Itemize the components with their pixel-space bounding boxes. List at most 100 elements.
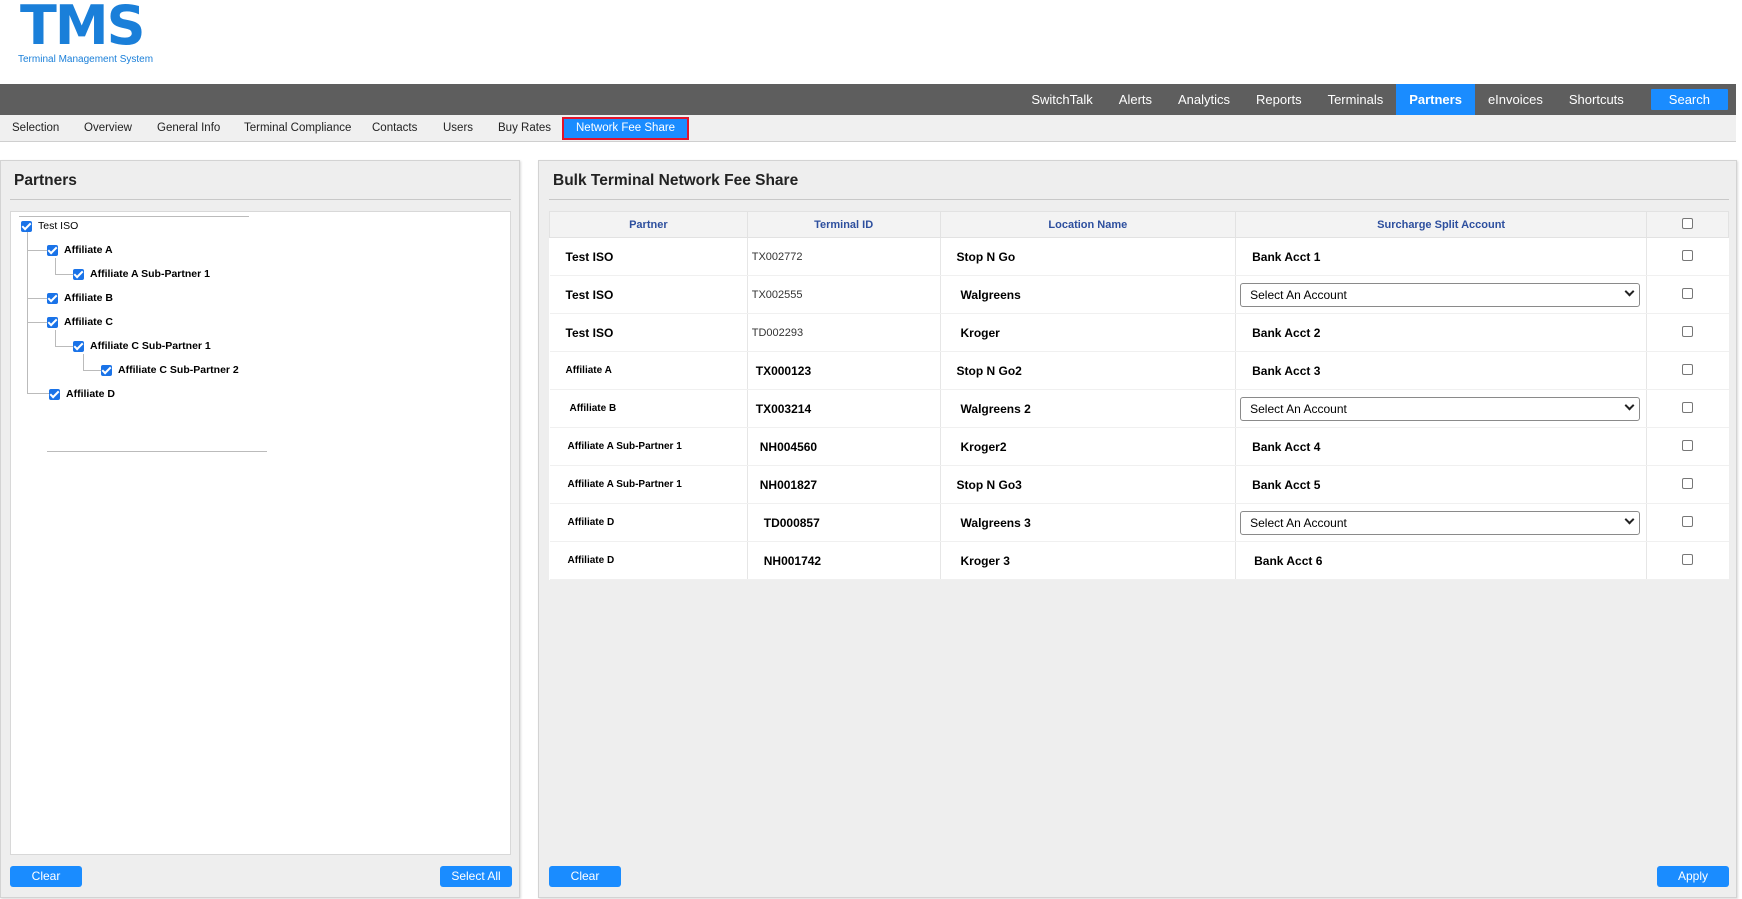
- column-header-surcharge-split-account[interactable]: Surcharge Split Account: [1235, 211, 1648, 238]
- nav-switchtalk[interactable]: SwitchTalk: [1018, 84, 1105, 115]
- logo-subtitle: Terminal Management System: [18, 54, 154, 65]
- account-select[interactable]: Select An Account: [1240, 396, 1641, 421]
- apply-button[interactable]: Apply: [1657, 866, 1729, 887]
- tree-node-affiliate-c-sub-1[interactable]: Affiliate C Sub-Partner 1: [73, 340, 211, 352]
- tree-node-label: Affiliate D: [66, 388, 116, 400]
- checkbox-checked-icon[interactable]: [49, 388, 60, 400]
- account-select[interactable]: Select An Account: [1240, 282, 1641, 307]
- account-select[interactable]: Select An Account: [1240, 510, 1641, 535]
- tree-node-affiliate-c-sub-2[interactable]: Affiliate C Sub-Partner 2: [101, 364, 239, 376]
- column-header-partner[interactable]: Partner: [549, 211, 748, 238]
- table-row: Test ISO TD002293 Kroger Bank Acct 2: [549, 313, 1729, 352]
- tab-contacts[interactable]: Contacts: [372, 115, 417, 142]
- tree-node-test-iso[interactable]: Test ISO: [21, 220, 78, 232]
- search-button[interactable]: Search: [1650, 89, 1728, 110]
- nav-analytics[interactable]: Analytics: [1165, 84, 1243, 115]
- checkbox-checked-icon[interactable]: [73, 340, 84, 352]
- nav-reports[interactable]: Reports: [1243, 84, 1315, 115]
- tree-node-affiliate-a[interactable]: Affiliate A: [47, 244, 113, 256]
- tree-connector: [83, 370, 101, 371]
- tree-node-label: Affiliate B: [64, 292, 114, 304]
- cell-row-select[interactable]: [1646, 313, 1729, 352]
- checkbox-checked-icon[interactable]: [47, 292, 58, 304]
- row-checkbox-icon[interactable]: [1682, 401, 1694, 413]
- column-header-select-all[interactable]: [1646, 211, 1729, 238]
- checkbox-checked-icon[interactable]: [47, 316, 58, 328]
- nav-alerts[interactable]: Alerts: [1106, 84, 1165, 115]
- cell-partner: Test ISO: [549, 237, 748, 276]
- cell-row-select[interactable]: [1646, 351, 1729, 390]
- tree-node-label: Affiliate A: [64, 244, 113, 256]
- checkbox-checked-icon[interactable]: [101, 364, 112, 376]
- checkbox-checked-icon[interactable]: [47, 244, 58, 256]
- tab-selection[interactable]: Selection: [12, 115, 59, 142]
- column-header-terminal-id[interactable]: Terminal ID: [746, 211, 941, 238]
- table-row: Affiliate A Sub-Partner 1 NH001827 Stop …: [549, 465, 1729, 504]
- chevron-down-icon: [1624, 286, 1635, 296]
- row-checkbox-icon[interactable]: [1682, 477, 1694, 489]
- account-select-value: Select An Account: [1250, 515, 1347, 530]
- cell-location: Stop N Go: [940, 237, 1237, 276]
- fee-share-table: Partner Terminal ID Location Name Surcha…: [549, 211, 1729, 580]
- tab-network-fee-share[interactable]: Network Fee Share: [562, 117, 690, 140]
- tab-buy-rates[interactable]: Buy Rates: [498, 115, 551, 142]
- row-checkbox-icon[interactable]: [1682, 325, 1694, 337]
- table-row: Affiliate A Sub-Partner 1 NH004560 Kroge…: [549, 427, 1729, 466]
- checkbox-checked-icon[interactable]: [21, 220, 32, 232]
- checkbox-checked-icon[interactable]: [73, 268, 84, 280]
- cell-row-select[interactable]: [1646, 503, 1729, 542]
- row-checkbox-icon[interactable]: [1682, 287, 1694, 299]
- cell-account: Bank Acct 6: [1235, 541, 1648, 580]
- tab-users[interactable]: Users: [443, 115, 473, 142]
- fee-share-clear-button[interactable]: Clear: [549, 866, 621, 887]
- nav-shortcuts[interactable]: Shortcuts: [1556, 84, 1637, 115]
- table-row: Affiliate A TX000123 Stop N Go2 Bank Acc…: [549, 351, 1729, 390]
- tree-node-affiliate-a-sub-1[interactable]: Affiliate A Sub-Partner 1: [73, 268, 210, 280]
- tree-node-affiliate-b[interactable]: Affiliate B: [47, 292, 113, 304]
- cell-partner: Affiliate D: [549, 503, 748, 542]
- cell-row-select[interactable]: [1646, 237, 1729, 276]
- tms-logo[interactable]: TMS: [20, 0, 145, 57]
- select-all-checkbox-icon[interactable]: [1682, 217, 1694, 229]
- partners-clear-button[interactable]: Clear: [10, 866, 82, 887]
- fee-share-panel-title: Bulk Terminal Network Fee Share: [553, 172, 799, 189]
- select-all-button[interactable]: Select All: [440, 866, 512, 887]
- cell-terminal-id: TX003214: [747, 389, 941, 428]
- cell-row-select[interactable]: [1646, 427, 1729, 466]
- nav-partners[interactable]: Partners: [1396, 84, 1475, 115]
- tree-connector: [55, 258, 56, 274]
- tab-terminal-compliance[interactable]: Terminal Compliance: [244, 115, 351, 142]
- row-checkbox-icon[interactable]: [1682, 363, 1694, 375]
- tree-connector: [27, 232, 28, 393]
- tree-connector: [55, 330, 56, 346]
- tree-node-label: Affiliate C: [64, 316, 114, 328]
- tree-node-affiliate-d[interactable]: Affiliate D: [49, 388, 115, 400]
- cell-location: Kroger2: [940, 427, 1237, 466]
- cell-row-select[interactable]: [1646, 389, 1729, 428]
- tree-node-affiliate-c[interactable]: Affiliate C: [47, 316, 113, 328]
- cell-row-select[interactable]: [1646, 541, 1729, 580]
- cell-account: Bank Acct 2: [1235, 313, 1648, 352]
- cell-location: Kroger: [940, 313, 1237, 352]
- cell-location: Stop N Go3: [940, 465, 1237, 504]
- tab-general-info[interactable]: General Info: [157, 115, 220, 142]
- cell-row-select[interactable]: [1646, 275, 1729, 314]
- cell-partner: Affiliate A Sub-Partner 1: [549, 465, 748, 504]
- cell-terminal-id: TD002293: [747, 313, 941, 352]
- cell-terminal-id: NH004560: [747, 427, 941, 466]
- chevron-down-icon: [1624, 400, 1635, 410]
- row-checkbox-icon[interactable]: [1682, 439, 1694, 451]
- cell-location: Kroger 3: [940, 541, 1237, 580]
- nav-einvoices[interactable]: eInvoices: [1475, 84, 1556, 115]
- column-header-location-name[interactable]: Location Name: [939, 211, 1237, 238]
- tree-connector: [83, 354, 84, 370]
- nav-terminals[interactable]: Terminals: [1315, 84, 1397, 115]
- row-checkbox-icon[interactable]: [1682, 515, 1694, 527]
- row-checkbox-icon[interactable]: [1682, 553, 1694, 565]
- cell-row-select[interactable]: [1646, 465, 1729, 504]
- chevron-down-icon: [1624, 514, 1635, 524]
- tab-overview[interactable]: Overview: [84, 115, 132, 142]
- table-row: Test ISO TX002555 Walgreens Select An Ac…: [549, 275, 1729, 314]
- table-header-row: Partner Terminal ID Location Name Surcha…: [549, 211, 1729, 238]
- row-checkbox-icon[interactable]: [1682, 249, 1694, 261]
